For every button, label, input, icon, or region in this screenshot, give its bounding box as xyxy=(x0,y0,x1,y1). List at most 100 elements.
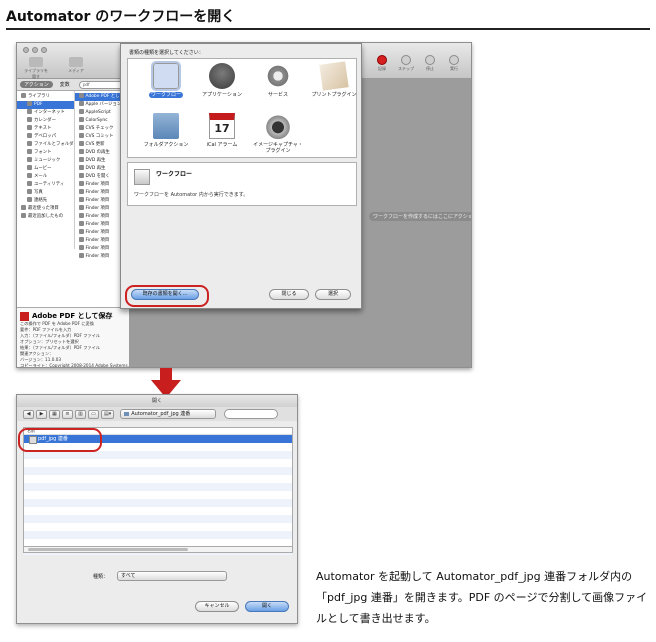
coverflow-view-button[interactable]: ▭ xyxy=(88,409,99,419)
format-label: 種類： xyxy=(93,574,109,580)
document-type-tile[interactable]: 17 iCal アラーム xyxy=(194,113,250,148)
folder-icon xyxy=(27,165,32,170)
folder-icon xyxy=(27,197,32,202)
record-icon xyxy=(377,55,387,65)
file-row[interactable] xyxy=(24,507,292,515)
action-icon xyxy=(78,237,84,242)
pdf-icon xyxy=(20,311,29,321)
action-icon xyxy=(78,141,84,146)
choose-button[interactable]: 選択 xyxy=(315,289,351,300)
document-type-tile[interactable]: プリントプラグイン xyxy=(306,61,362,98)
dialog-toolbar: ◀ ▶ ▦ ≡ ▥ ▭ ▤▾ Automator_pdf_jpg 連番 xyxy=(17,407,297,421)
folder-icon xyxy=(27,141,32,146)
document-type-tile[interactable]: フォルダアクション xyxy=(138,113,194,148)
file-row[interactable] xyxy=(24,483,292,491)
toolbar-button[interactable]: 記録 xyxy=(373,55,391,72)
column-view-button[interactable]: ▥ xyxy=(75,409,86,419)
open-button[interactable]: 開く xyxy=(245,601,289,612)
folder-icon xyxy=(27,157,32,162)
library-item[interactable]: デベロッパ xyxy=(17,133,74,141)
service-icon xyxy=(265,63,291,89)
document-type-tile[interactable]: アプリケーション xyxy=(194,63,250,98)
library-item[interactable]: メール xyxy=(17,173,74,181)
tile-label: イメージキャプチャ・プラグイン xyxy=(253,142,303,154)
file-row[interactable] xyxy=(24,459,292,467)
folder-action-icon xyxy=(153,113,179,139)
list-view-button[interactable]: ≡ xyxy=(62,409,73,419)
file-row[interactable] xyxy=(24,523,292,531)
library-item[interactable]: テキスト xyxy=(17,125,74,133)
file-row[interactable] xyxy=(24,531,292,539)
highlight-open-existing xyxy=(125,285,209,307)
library-item[interactable]: ライブラリ xyxy=(17,93,74,101)
file-row[interactable] xyxy=(24,491,292,499)
document-type-grid: ワークフロー アプリケーション サービス プリントプラグインフォルダアクション 17 iC… xyxy=(127,58,357,158)
library-pane: アクション 変数 pdf ライブラリ PDF インターネット カレンダー テキスト デベロ… xyxy=(17,79,138,368)
toolbar-left: ライブラリを隠す メディア xyxy=(23,57,89,80)
heading-rule xyxy=(6,28,650,30)
horizontal-scrollbar[interactable] xyxy=(23,547,293,553)
folder-icon xyxy=(27,133,32,138)
action-icon xyxy=(78,197,84,202)
folder-icon xyxy=(27,181,32,186)
path-popup[interactable]: Automator_pdf_jpg 連番 xyxy=(120,409,217,419)
action-icon xyxy=(78,133,84,138)
library-item[interactable]: ファイルとフォルダ xyxy=(17,141,74,149)
library-item[interactable]: 連絡先 xyxy=(17,197,74,205)
description-line: コピーライト：Copyright 2008-2014 Adobe Systems… xyxy=(20,363,138,368)
library-item[interactable]: 最近使った項目 xyxy=(17,205,74,213)
format-select[interactable]: すべて xyxy=(117,571,227,581)
action-icon xyxy=(78,181,84,186)
toolbar-button[interactable]: メディア xyxy=(63,57,89,80)
back-button[interactable]: ◀ xyxy=(23,409,34,419)
document-type-sheet: 書類の種類を選択してください： ワークフロー アプリケーション サービス プリントプラ… xyxy=(120,43,362,309)
library-item[interactable]: フォント xyxy=(17,149,74,157)
library-item[interactable]: 最近追加したもの xyxy=(17,213,74,221)
toolbar-button[interactable]: ライブラリを隠す xyxy=(23,57,49,80)
tab-variables[interactable]: 変数 xyxy=(56,81,74,88)
action-icon xyxy=(78,109,84,114)
library-item[interactable]: ユーティリティ xyxy=(17,181,74,189)
icon-view-button[interactable]: ▦ xyxy=(49,409,60,419)
folder-icon xyxy=(27,149,32,154)
library-item[interactable]: カレンダー xyxy=(17,117,74,125)
tile-label: ワークフロー xyxy=(148,92,183,98)
document-type-tile[interactable]: サービス xyxy=(250,63,306,98)
folder-icon xyxy=(27,125,32,130)
toolbar-button[interactable]: ステップ xyxy=(397,55,415,72)
document-type-tile[interactable]: イメージキャプチャ・プラグイン xyxy=(250,113,306,154)
tile-label: プリントプラグイン xyxy=(311,92,357,98)
document-type-tile[interactable]: ワークフロー xyxy=(138,61,194,98)
file-row[interactable] xyxy=(24,451,292,459)
highlight-selected-file xyxy=(18,428,102,452)
library-item[interactable]: インターネット xyxy=(17,109,74,117)
calendar-icon: 17 xyxy=(209,113,235,139)
page: Automator のワークフローを開く 名称未設定（ワークフロー） ライブラリ… xyxy=(0,0,656,642)
library-item[interactable]: ミュージック xyxy=(17,157,74,165)
folder-icon xyxy=(27,117,32,122)
file-row[interactable] xyxy=(24,499,292,507)
forward-button[interactable]: ▶ xyxy=(36,409,47,419)
file-row[interactable] xyxy=(24,515,292,523)
tile-label: サービス xyxy=(267,92,288,98)
action-icon xyxy=(78,245,84,250)
application-icon xyxy=(209,63,235,89)
cancel-button[interactable]: キャンセル xyxy=(195,601,239,612)
toolbar-button[interactable]: 実行 xyxy=(445,55,463,72)
tile-label: フォルダアクション xyxy=(143,142,189,148)
search-input[interactable]: pdf xyxy=(79,81,125,89)
arrange-button[interactable]: ▤▾ xyxy=(101,409,115,419)
workflow-icon xyxy=(134,169,150,185)
tab-actions[interactable]: アクション xyxy=(20,81,53,88)
step-icon xyxy=(401,55,411,65)
library-item[interactable]: 写真 xyxy=(17,189,74,197)
file-row[interactable] xyxy=(24,539,292,547)
close-button[interactable]: 閉じる xyxy=(269,289,309,300)
folder-icon xyxy=(27,101,32,106)
file-row[interactable] xyxy=(24,467,292,475)
library-item[interactable]: ムービー xyxy=(17,165,74,173)
dialog-search-input[interactable] xyxy=(224,409,279,419)
file-row[interactable] xyxy=(24,475,292,483)
library-item[interactable]: PDF xyxy=(17,101,74,109)
toolbar-button[interactable]: 停止 xyxy=(421,55,439,72)
